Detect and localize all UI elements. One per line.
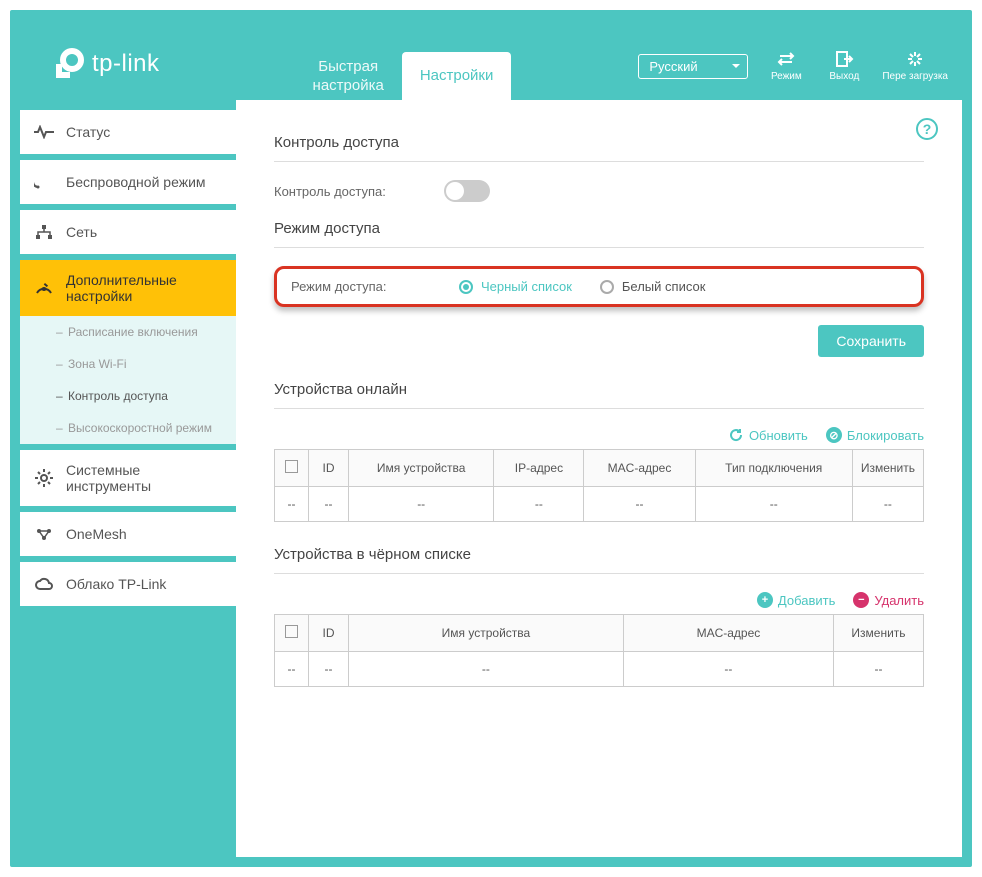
advanced-submenu: Расписание включения Зона Wi-Fi Контроль…	[20, 316, 236, 444]
mode-button[interactable]: Режим	[766, 50, 806, 82]
refresh-icon	[728, 427, 744, 443]
wireless-icon	[34, 172, 54, 192]
network-icon	[34, 222, 54, 242]
th-id: ID	[309, 615, 349, 652]
section-access-mode: Режим доступа	[274, 220, 924, 248]
sidebar-label: OneMesh	[66, 526, 127, 542]
radio-whitelist-label: Белый список	[622, 279, 706, 294]
table-row: -- -- -- -- -- -- --	[275, 487, 924, 522]
sidebar-label: Беспроводной режим	[66, 174, 206, 190]
submenu-wifi-zone[interactable]: Зона Wi-Fi	[20, 348, 236, 380]
access-mode-row: Режим доступа: Черный список Белый списо…	[274, 266, 924, 307]
table-row: -- -- -- -- --	[275, 652, 924, 687]
header-tabs: Быстрая настройка Настройки	[295, 10, 512, 100]
logout-icon	[834, 50, 854, 68]
plus-icon: +	[757, 592, 773, 608]
select-all-checkbox[interactable]	[285, 460, 298, 473]
tab-settings[interactable]: Настройки	[402, 52, 512, 100]
block-button[interactable]: ⊘ Блокировать	[826, 427, 924, 443]
submenu-schedule[interactable]: Расписание включения	[20, 316, 236, 348]
th-edit: Изменить	[852, 450, 923, 487]
submenu-access-control[interactable]: Контроль доступа	[20, 380, 236, 412]
sidebar-item-status[interactable]: Статус	[20, 110, 236, 154]
mode-icon	[776, 50, 796, 68]
help-icon[interactable]: ?	[916, 118, 938, 140]
blacklist-devices-table: ID Имя устройства MAC-адрес Изменить -- …	[274, 614, 924, 687]
sidebar: Статус Беспроводной режим Сеть	[10, 100, 236, 867]
logout-label: Выход	[829, 71, 859, 82]
brand-logo: tp-link	[50, 46, 160, 82]
radio-blacklist-label: Черный список	[481, 279, 572, 294]
sidebar-label: Дополнительные настройки	[66, 272, 222, 304]
access-mode-label: Режим доступа:	[291, 279, 431, 294]
mode-label: Режим	[771, 71, 802, 82]
add-button[interactable]: + Добавить	[757, 592, 835, 608]
th-mac: MAC-адрес	[584, 450, 695, 487]
sidebar-item-onemesh[interactable]: OneMesh	[20, 512, 236, 556]
section-access-control: Контроль доступа	[274, 134, 924, 162]
block-label: Блокировать	[847, 428, 924, 443]
radio-whitelist[interactable]: Белый список	[600, 279, 706, 294]
sidebar-item-advanced[interactable]: Дополнительные настройки	[20, 260, 236, 316]
reboot-button[interactable]: Пере загрузка	[882, 50, 948, 82]
sidebar-label: Облако TP-Link	[66, 576, 166, 592]
access-control-toggle[interactable]	[444, 180, 490, 202]
th-edit: Изменить	[834, 615, 924, 652]
block-icon: ⊘	[826, 427, 842, 443]
reboot-icon	[905, 50, 925, 68]
th-mac: MAC-адрес	[623, 615, 833, 652]
reboot-label: Пере загрузка	[882, 71, 948, 82]
online-devices-table: ID Имя устройства IP-адрес MAC-адрес Тип…	[274, 449, 924, 522]
refresh-label: Обновить	[749, 428, 808, 443]
th-conn-type: Тип подключения	[695, 450, 852, 487]
app-header: tp-link Быстрая настройка Настройки Русс…	[10, 10, 972, 100]
add-label: Добавить	[778, 593, 835, 608]
sidebar-item-network[interactable]: Сеть	[20, 210, 236, 254]
minus-icon: −	[853, 592, 869, 608]
sidebar-label: Сеть	[66, 224, 97, 240]
main-content: ? Контроль доступа Контроль доступа: Реж…	[236, 100, 962, 857]
advanced-icon	[34, 278, 54, 298]
refresh-button[interactable]: Обновить	[728, 427, 808, 443]
sidebar-label: Системные инструменты	[66, 462, 222, 494]
th-device-name: Имя устройства	[349, 615, 624, 652]
radio-icon	[459, 280, 473, 294]
tab-quick-setup[interactable]: Быстрая настройка	[295, 52, 402, 100]
sidebar-label: Статус	[66, 124, 110, 140]
select-all-checkbox[interactable]	[285, 625, 298, 638]
language-select[interactable]: Русский	[638, 54, 748, 79]
radio-blacklist[interactable]: Черный список	[459, 279, 572, 294]
tplink-logo-icon	[50, 46, 86, 82]
sidebar-item-cloud[interactable]: Облако TP-Link	[20, 562, 236, 606]
submenu-high-speed[interactable]: Высокоскоростной режим	[20, 412, 236, 444]
sidebar-item-wireless[interactable]: Беспроводной режим	[20, 160, 236, 204]
th-ip: IP-адрес	[494, 450, 584, 487]
gear-icon	[34, 468, 54, 488]
delete-button[interactable]: − Удалить	[853, 592, 924, 608]
status-icon	[34, 122, 54, 142]
onemesh-icon	[34, 524, 54, 544]
delete-label: Удалить	[874, 593, 924, 608]
access-control-toggle-label: Контроль доступа:	[274, 184, 444, 199]
section-blacklist-devices: Устройства в чёрном списке	[274, 546, 924, 574]
radio-icon	[600, 280, 614, 294]
sidebar-item-system-tools[interactable]: Системные инструменты	[20, 450, 236, 506]
section-online-devices: Устройства онлайн	[274, 381, 924, 409]
th-id: ID	[309, 450, 349, 487]
logout-button[interactable]: Выход	[824, 50, 864, 82]
th-device-name: Имя устройства	[349, 450, 494, 487]
cloud-icon	[34, 574, 54, 594]
brand-name: tp-link	[92, 50, 160, 78]
save-button[interactable]: Сохранить	[818, 325, 924, 357]
